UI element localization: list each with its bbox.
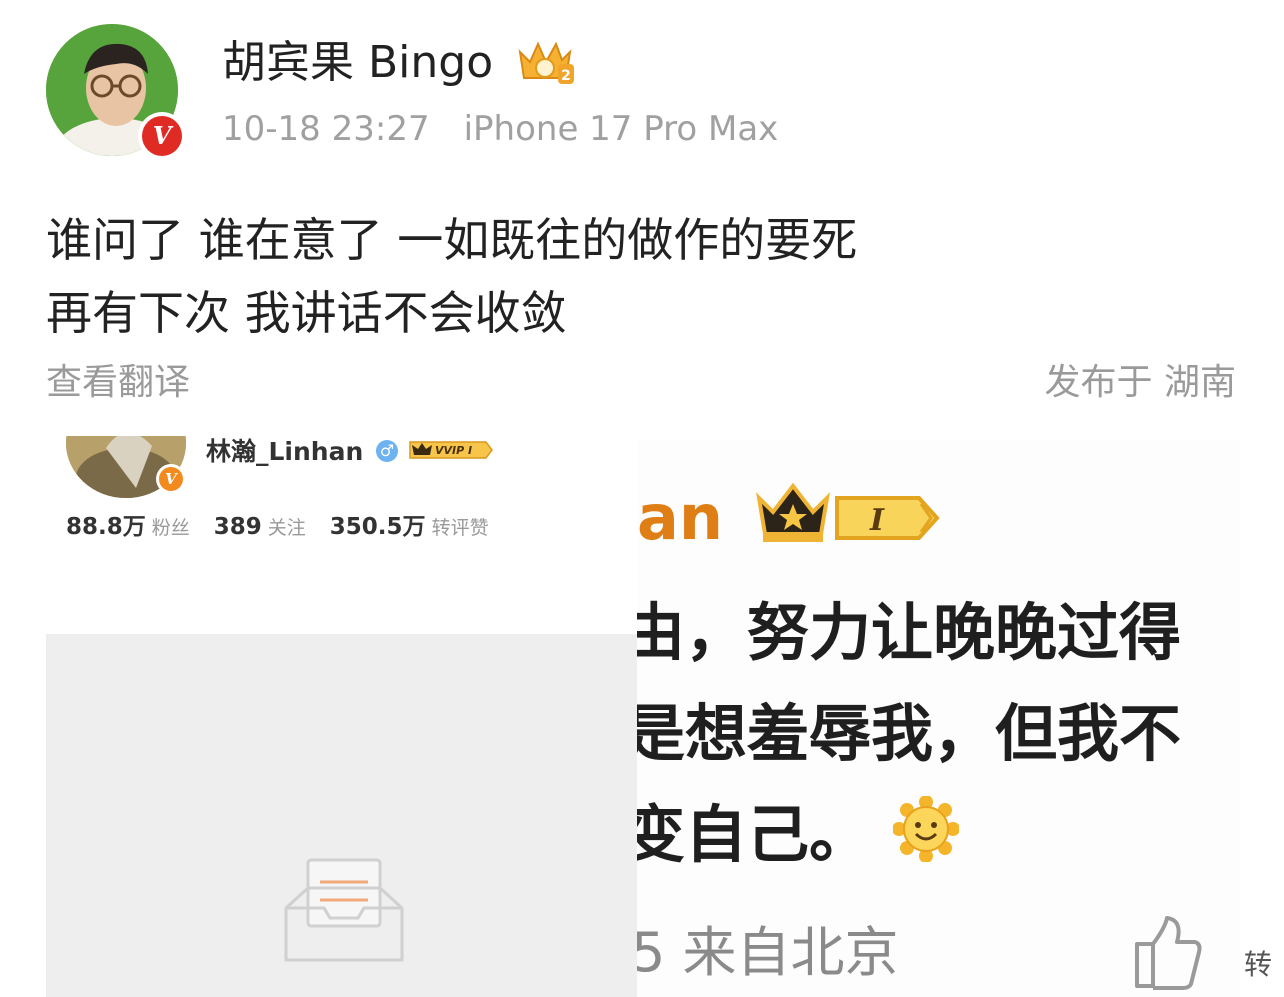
post-text-line: 再有下次 我讲话不会收敛 — [46, 286, 567, 340]
comment-author-fragment: an — [637, 481, 723, 554]
profile-stats: 88.8万 粉丝 389 关注 350.5万 转评赞 — [66, 512, 513, 543]
translate-link[interactable]: 查看翻译 — [46, 358, 190, 408]
vip-level-icon: I — [833, 490, 945, 546]
stat-label: 粉丝 — [151, 517, 190, 539]
profile-card-image[interactable]: V 林瀚_Linhan ♂ VVIP I 88.8万 粉丝 389 关注 350.5万转… — [46, 436, 534, 554]
post-text-line: 谁问了 谁在意了 一如既往的做作的要死 — [46, 213, 858, 267]
edge-fragment: 转 — [1244, 948, 1273, 981]
comment-footer: 5 来自北京 — [637, 921, 899, 984]
stat-value: 389 — [213, 514, 262, 540]
verified-icon: V — [156, 464, 186, 494]
vvip-label: VVIP I — [435, 444, 472, 457]
verified-icon: V — [138, 112, 186, 160]
post-body: 谁问了 谁在意了 一如既往的做作的要死 再有下次 我讲话不会收敛 — [46, 204, 1226, 350]
svg-text:2: 2 — [561, 68, 571, 84]
stat-value: 350.5万 — [329, 514, 426, 540]
crown-badge-icon[interactable]: 2 — [514, 38, 576, 88]
stat-value: 88.8万 — [66, 514, 146, 540]
gender-male-icon: ♂ — [376, 440, 398, 462]
profile-name: 林瀚_Linhan — [206, 437, 364, 466]
author-name[interactable]: 胡宾果 Bingo — [222, 34, 493, 92]
crown-icon — [753, 480, 833, 546]
comment-text-line: 是想羞辱我，但我不 — [637, 697, 1182, 770]
comment-zoom-image[interactable]: an I 由，努力让晚晚过得 是想羞辱我，但我不 变自己。 5 来自北京 — [637, 440, 1240, 997]
post-location: 发布于 湖南 — [1044, 362, 1236, 403]
post-device: iPhone 17 Pro Max — [463, 109, 779, 149]
sun-emoji-icon — [892, 795, 960, 863]
image-placeholder-icon — [284, 856, 404, 966]
stat-label: 关注 — [267, 517, 306, 539]
stat-label: 转评赞 — [431, 517, 489, 539]
post-meta: 10-18 23:27 iPhone 17 Pro Max — [222, 106, 778, 152]
vvip-icon: VVIP I — [408, 439, 494, 461]
post-time: 10-18 23:27 — [222, 109, 430, 149]
vip-level-label: I — [869, 503, 885, 538]
image-placeholder[interactable] — [46, 634, 637, 997]
comment-text-line: 由，努力让晚晚过得 — [637, 596, 1182, 669]
like-icon[interactable] — [1131, 914, 1203, 990]
